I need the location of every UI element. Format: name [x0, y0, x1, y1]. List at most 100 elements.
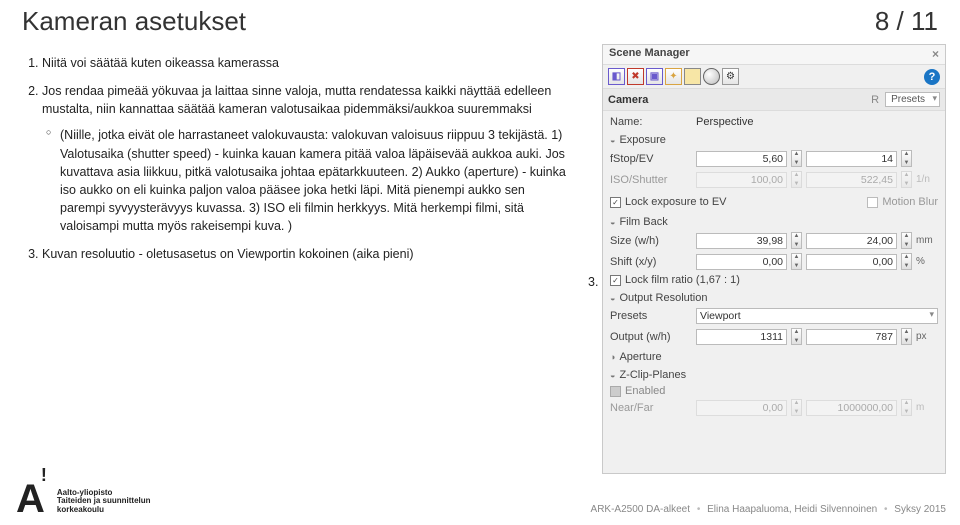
lock-ratio-label: Lock film ratio (1,67 : 1): [625, 274, 740, 286]
unit: m: [916, 402, 938, 413]
stepper[interactable]: ▲▼: [791, 232, 802, 249]
section-label: Exposure: [619, 134, 665, 146]
stepper[interactable]: ▲▼: [901, 328, 912, 345]
motion-blur-checkbox[interactable]: [867, 197, 878, 208]
shift-label: Shift (x/y): [610, 256, 692, 268]
near-input: 0,00: [696, 400, 787, 416]
stepper[interactable]: ▲▼: [901, 253, 912, 270]
section-label: Z-Clip-Planes: [619, 369, 686, 381]
zclip-enabled-checkbox[interactable]: [610, 386, 621, 397]
aalto-logo-mark: A: [16, 483, 45, 515]
unit: mm: [916, 235, 938, 246]
stepper[interactable]: ▲▼: [791, 328, 802, 345]
settings-icon[interactable]: ⚙: [722, 68, 739, 85]
chevron-down-icon: ◒: [610, 370, 615, 380]
camera-label: Camera: [608, 94, 871, 106]
stepper: ▲▼: [791, 171, 802, 188]
nearfar-label: Near/Far: [610, 402, 692, 414]
stepper[interactable]: ▲▼: [901, 150, 912, 167]
course-code: ARK-A2500 DA-alkeet: [591, 504, 691, 515]
section-label: Output Resolution: [619, 292, 707, 304]
presets-label: Presets: [610, 310, 692, 322]
environment-icon[interactable]: [684, 68, 701, 85]
motion-blur-label: Motion Blur: [882, 196, 938, 208]
aalto-logo-excl: !: [41, 465, 47, 486]
ev-input[interactable]: 14: [806, 151, 897, 167]
name-label: Name:: [610, 116, 692, 128]
section-label: Aperture: [619, 351, 661, 363]
film-width-input[interactable]: 39,98: [696, 233, 787, 249]
section-filmback[interactable]: ◒ Film Back: [610, 216, 938, 228]
sub-note-text: (Niille, jotka eivät ole harrastaneet va…: [60, 128, 566, 233]
list-item: Jos rendaa pimeää yökuvaa ja laittaa sin…: [42, 82, 572, 235]
far-input: 1000000,00: [806, 400, 897, 416]
iso-input: 100,00: [696, 172, 787, 188]
iso-label: ISO/Shutter: [610, 174, 692, 186]
shift-x-input[interactable]: 0,00: [696, 254, 787, 270]
close-icon[interactable]: ×: [932, 47, 939, 61]
list-item: Niitä voi säätää kuten oikeassa kamerass…: [42, 54, 572, 72]
objects-icon[interactable]: ✖: [627, 68, 644, 85]
output-width-input[interactable]: 1311: [696, 329, 787, 345]
panel-body: Name: Perspective ◒ Exposure fStop/EV 5,…: [603, 111, 945, 426]
camera-name-value: Perspective: [696, 116, 938, 128]
list-item-text: Kuvan resoluutio - oletusasetus on Viewp…: [42, 247, 414, 261]
scene-manager-panel: Scene Manager × ◧ ✖ ▣ ✦ ⚙ ? Camera R Pre…: [602, 44, 946, 474]
film-height-input[interactable]: 24,00: [806, 233, 897, 249]
section-label: Film Back: [619, 216, 667, 228]
stepper: ▲▼: [901, 171, 912, 188]
fstop-input[interactable]: 5,60: [696, 151, 787, 167]
sub-note: (Niille, jotka eivät ole harrastaneet va…: [46, 126, 572, 235]
lock-ratio-checkbox[interactable]: ✓: [610, 275, 621, 286]
panel-title-text: Scene Manager: [609, 47, 690, 59]
stepper: ▲▼: [791, 399, 802, 416]
materials-icon[interactable]: ◧: [608, 68, 625, 85]
camera-r-label: R: [871, 94, 879, 106]
camera-presets-dropdown[interactable]: Presets: [885, 92, 940, 107]
shift-y-input[interactable]: 0,00: [806, 254, 897, 270]
stepper: ▲▼: [901, 399, 912, 416]
main-content: Niitä voi säätää kuten oikeassa kamerass…: [22, 54, 572, 273]
term: Syksy 2015: [894, 504, 946, 515]
stepper[interactable]: ▲▼: [791, 150, 802, 167]
camera-icon[interactable]: [703, 68, 720, 85]
lock-exposure-label: Lock exposure to EV: [625, 196, 727, 208]
size-label: Size (w/h): [610, 235, 692, 247]
help-icon[interactable]: ?: [924, 69, 940, 85]
footer-meta: ARK-A2500 DA-alkeet • Elina Haapaluoma, …: [591, 504, 946, 515]
zclip-enabled-label: Enabled: [625, 385, 665, 397]
section-output[interactable]: ◒ Output Resolution: [610, 292, 938, 304]
chevron-down-icon: ◒: [610, 135, 615, 145]
section-aperture[interactable]: ◑ Aperture: [610, 351, 938, 363]
panel-title-bar[interactable]: Scene Manager ×: [603, 45, 945, 65]
models-icon[interactable]: ▣: [646, 68, 663, 85]
unit: px: [916, 331, 938, 342]
logo-caption: Aalto-yliopisto Taiteiden ja suunnittelu…: [57, 489, 151, 515]
section-exposure[interactable]: ◒ Exposure: [610, 134, 938, 146]
unit: 1/n: [916, 174, 938, 185]
camera-row: Camera R Presets: [603, 89, 945, 111]
callout-marker: 3.: [588, 275, 598, 289]
output-preset-dropdown[interactable]: Viewport: [696, 308, 938, 324]
logo-line: korkeakoulu: [57, 506, 151, 515]
page-title: Kameran asetukset: [22, 6, 246, 37]
authors: Elina Haapaluoma, Heidi Silvennoinen: [707, 504, 877, 515]
lights-icon[interactable]: ✦: [665, 68, 682, 85]
page-number: 8 / 11: [875, 6, 938, 37]
separator-dot: •: [884, 504, 888, 515]
fstop-label: fStop/EV: [610, 153, 692, 165]
chevron-right-icon: ◑: [610, 352, 615, 362]
output-size-label: Output (w/h): [610, 331, 692, 343]
output-height-input[interactable]: 787: [806, 329, 897, 345]
footer-logo: A ! Aalto-yliopisto Taiteiden ja suunnit…: [16, 483, 151, 515]
list-item-text: Jos rendaa pimeää yökuvaa ja laittaa sin…: [42, 84, 551, 116]
unit: %: [916, 256, 938, 267]
list-item: Kuvan resoluutio - oletusasetus on Viewp…: [42, 245, 572, 263]
lock-exposure-checkbox[interactable]: ✓: [610, 197, 621, 208]
stepper[interactable]: ▲▼: [901, 232, 912, 249]
shutter-input: 522,45: [806, 172, 897, 188]
chevron-down-icon: ◒: [610, 217, 615, 227]
section-zclip[interactable]: ◒ Z-Clip-Planes: [610, 369, 938, 381]
stepper[interactable]: ▲▼: [791, 253, 802, 270]
chevron-down-icon: ◒: [610, 293, 615, 303]
